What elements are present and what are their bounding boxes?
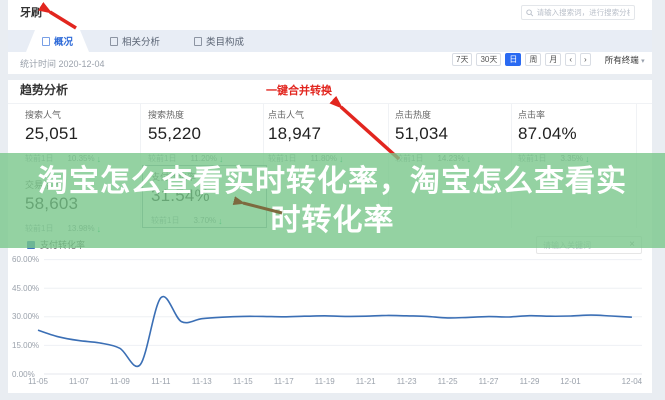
tab-bar: 概况 相关分析 类目构成 [8,30,652,52]
range-button-周[interactable]: 周 [525,53,541,66]
metric-label: 搜索人气 [25,108,137,121]
document-icon [42,37,50,46]
app-root: 牙刷 请输入搜索词，进行搜索分析 概况 相关分析 类目构成 统计时间 2020-12… [0,0,665,400]
conversion-line-chart [8,250,652,385]
range-button-30天[interactable]: 30天 [476,53,501,66]
document-icon [110,37,118,46]
section-title: 趋势分析 [20,81,68,98]
tab-label: 概况 [54,34,73,48]
search-input[interactable]: 请输入搜索词，进行搜索分析 [521,5,635,20]
tab-类目构成[interactable]: 类目构成 [184,30,254,52]
stat-time-label: 统计时间 2020-12-04 [20,57,105,70]
keyword-title: 牙刷 [20,4,42,20]
top-panel: 牙刷 请输入搜索词，进行搜索分析 概况 相关分析 类目构成 统计时间 2020-12… [8,0,652,74]
range-button-日[interactable]: 日 [505,53,521,66]
merge-convert-link[interactable]: 一键合并转换 [266,82,332,98]
metric-value: 18,947 [268,124,380,144]
metric-value: 55,220 [148,124,260,144]
search-placeholder: 请输入搜索词，进行搜索分析 [537,7,630,18]
tab-概况[interactable]: 概况 [26,30,89,52]
metric-label: 搜索热度 [148,108,260,121]
next-button[interactable]: › [580,53,591,66]
metric-label: 点击人气 [268,108,380,121]
tab-label: 类目构成 [206,34,244,48]
banner-line2: 时转化率 [0,201,665,240]
prev-button[interactable]: ‹ [565,53,576,66]
metric-value: 87.04% [518,124,630,144]
metric-value: 25,051 [25,124,137,144]
date-range-toolbar: 7天 30天日周月 ‹ › 所有终端 ▾ [452,53,645,66]
title-banner-overlay: 淘宝怎么查看实时转化率，淘宝怎么查看实 时转化率 [0,153,665,248]
tab-相关分析[interactable]: 相关分析 [100,30,170,52]
document-icon [194,37,202,46]
conversion-rate-line [38,297,632,367]
banner-line1: 淘宝怎么查看实时转化率，淘宝怎么查看实 [0,162,665,201]
metric-value: 51,034 [395,124,507,144]
range-button-7天[interactable]: 7天 [452,53,472,66]
metric-label: 点击热度 [395,108,507,121]
tab-label: 相关分析 [122,34,160,48]
divider [8,103,652,104]
range-button-月[interactable]: 月 [545,53,561,66]
terminal-label: 所有终端 [605,55,639,65]
search-icon [526,9,534,17]
chevron-down-icon: ▾ [641,58,645,65]
metric-label: 点击率 [518,108,630,121]
terminal-dropdown[interactable]: 所有终端 ▾ [605,54,645,66]
